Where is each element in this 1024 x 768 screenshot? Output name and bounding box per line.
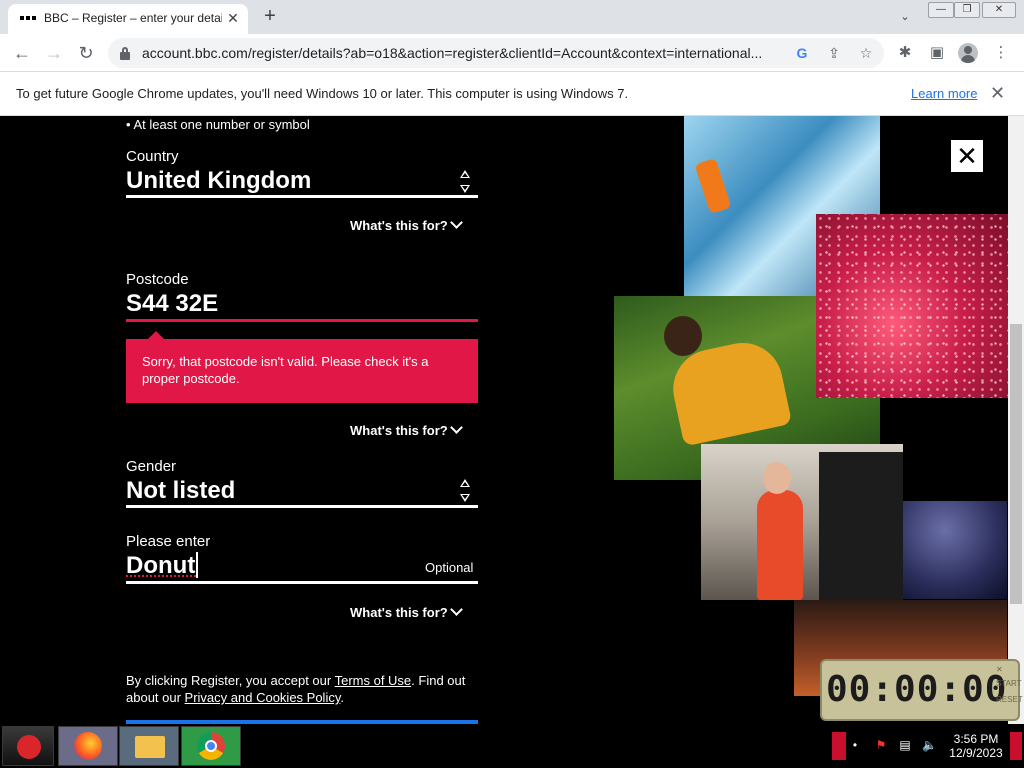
postcode-help-link[interactable]: What's this for? bbox=[350, 421, 463, 438]
timer-display: 00:00:00 bbox=[826, 669, 1008, 710]
infobar-message: To get future Google Chrome updates, you… bbox=[16, 86, 629, 101]
gender-select[interactable]: Not listed bbox=[126, 477, 235, 505]
profile-avatar-icon[interactable] bbox=[958, 43, 978, 63]
gender-other-help-link[interactable]: What's this for? bbox=[350, 603, 463, 620]
page-scrollbar[interactable] bbox=[1008, 116, 1024, 724]
timer-reset-button[interactable]: RESET bbox=[996, 695, 1023, 704]
timer-start-button[interactable]: START bbox=[996, 679, 1021, 688]
postcode-error-text: Sorry, that postcode isn't valid. Please… bbox=[142, 354, 429, 386]
privacy-policy-link[interactable]: Privacy and Cookies Policy bbox=[185, 690, 341, 705]
chevron-down-icon bbox=[449, 603, 463, 616]
tray-app-icon[interactable] bbox=[832, 732, 846, 760]
url-text[interactable]: account.bbc.com/register/details?ab=o18&… bbox=[142, 45, 782, 61]
chrome-icon bbox=[197, 732, 225, 760]
learn-more-link[interactable]: Learn more bbox=[911, 86, 977, 101]
password-requirement: • At least one number or symbol bbox=[126, 117, 310, 132]
tab-bbc-register[interactable]: BBC – Register – enter your details ✕ bbox=[8, 4, 248, 34]
volume-icon[interactable]: 🔈 bbox=[922, 738, 937, 752]
tray-dot-icon[interactable]: • bbox=[848, 738, 862, 752]
back-button[interactable]: ← bbox=[10, 41, 34, 65]
country-select[interactable]: United Kingdom bbox=[126, 167, 311, 195]
side-panel-icon[interactable]: ▣ bbox=[926, 42, 948, 64]
clock-time: 3:56 PM bbox=[953, 732, 999, 746]
lock-icon[interactable] bbox=[118, 46, 132, 60]
browser-toolbar: ← → ↻ account.bbc.com/register/details?a… bbox=[0, 34, 1024, 72]
country-label: Country bbox=[126, 148, 179, 165]
close-icon[interactable]: ✕ bbox=[951, 140, 983, 172]
restore-button[interactable]: ❐ bbox=[954, 2, 980, 18]
gender-other-underline bbox=[126, 581, 478, 584]
gender-other-label: Please enter bbox=[126, 533, 211, 550]
address-bar[interactable]: account.bbc.com/register/details?ab=o18&… bbox=[108, 38, 884, 68]
forward-button[interactable]: → bbox=[42, 41, 66, 65]
clock-date: 12/9/2023 bbox=[949, 746, 1003, 760]
country-underline bbox=[126, 195, 478, 198]
start-button[interactable] bbox=[2, 726, 54, 766]
postcode-underline-error bbox=[126, 319, 478, 322]
bbc-favicon-icon bbox=[20, 13, 36, 23]
reporter-camera-photo bbox=[701, 444, 903, 600]
update-infobar: To get future Google Chrome updates, you… bbox=[0, 72, 1024, 116]
firefox-taskbar-button[interactable] bbox=[58, 726, 118, 766]
santa-start-icon bbox=[17, 735, 41, 759]
chrome-taskbar-button[interactable] bbox=[181, 726, 241, 766]
new-tab-button[interactable]: + bbox=[258, 4, 282, 28]
tab-title: BBC – Register – enter your details bbox=[44, 11, 222, 25]
spellcheck-underline bbox=[126, 575, 196, 577]
bbc-register-page: • At least one number or symbol Country … bbox=[0, 116, 1024, 724]
minimize-button[interactable]: — bbox=[928, 2, 954, 18]
show-desktop-button[interactable] bbox=[1010, 732, 1022, 760]
timer-close-icon[interactable]: ✕ bbox=[996, 665, 1003, 674]
legal-text: By clicking Register, you accept our Ter… bbox=[126, 673, 466, 705]
gender-underline bbox=[126, 505, 478, 508]
confetti-crowd-photo bbox=[816, 214, 1008, 398]
postcode-input[interactable]: S44 32E bbox=[126, 290, 218, 318]
taskbar: • ⚑ ▤ 🔈 3:56 PM 12/9/2023 bbox=[0, 724, 1024, 768]
timer-gadget: 00:00:00 ✕ START RESET bbox=[820, 659, 1023, 721]
window-close-button[interactable]: ✕ bbox=[982, 2, 1016, 18]
chevron-down-icon bbox=[449, 421, 463, 434]
postcode-label: Postcode bbox=[126, 271, 189, 288]
chevron-down-icon bbox=[449, 216, 463, 229]
postcode-error-message: Sorry, that postcode isn't valid. Please… bbox=[126, 331, 478, 403]
explorer-taskbar-button[interactable] bbox=[119, 726, 179, 766]
optional-hint: Optional bbox=[425, 560, 474, 575]
taskbar-clock[interactable]: 3:56 PM 12/9/2023 bbox=[948, 732, 1004, 760]
country-select-arrows-icon[interactable] bbox=[458, 170, 472, 196]
firefox-icon bbox=[74, 732, 102, 760]
extensions-puzzle-icon[interactable]: ✱ bbox=[894, 42, 916, 64]
scrollbar-thumb[interactable] bbox=[1010, 324, 1022, 604]
reload-button[interactable]: ↻ bbox=[74, 41, 98, 65]
share-icon[interactable]: ⇪ bbox=[824, 43, 844, 63]
night-sky-photo bbox=[903, 501, 1007, 599]
gender-label: Gender bbox=[126, 458, 177, 475]
tab-close-icon[interactable]: ✕ bbox=[224, 9, 242, 27]
text-caret bbox=[196, 552, 198, 578]
action-center-flag-icon[interactable]: ⚑ bbox=[874, 738, 888, 752]
chrome-menu-icon[interactable]: ⋮ bbox=[990, 42, 1012, 64]
tab-search-chevron-icon[interactable]: ⌄ bbox=[896, 8, 914, 26]
gender-select-arrows-icon[interactable] bbox=[458, 479, 472, 505]
bookmark-star-icon[interactable]: ☆ bbox=[856, 43, 876, 63]
network-icon[interactable]: ▤ bbox=[898, 738, 912, 752]
google-lens-icon[interactable]: G bbox=[792, 43, 812, 63]
country-help-link[interactable]: What's this for? bbox=[350, 216, 463, 233]
terms-of-use-link[interactable]: Terms of Use bbox=[335, 673, 412, 688]
folder-icon bbox=[135, 736, 165, 758]
tab-strip: BBC – Register – enter your details ✕ + … bbox=[0, 0, 1024, 34]
infobar-close-icon[interactable]: ✕ bbox=[990, 83, 1005, 104]
